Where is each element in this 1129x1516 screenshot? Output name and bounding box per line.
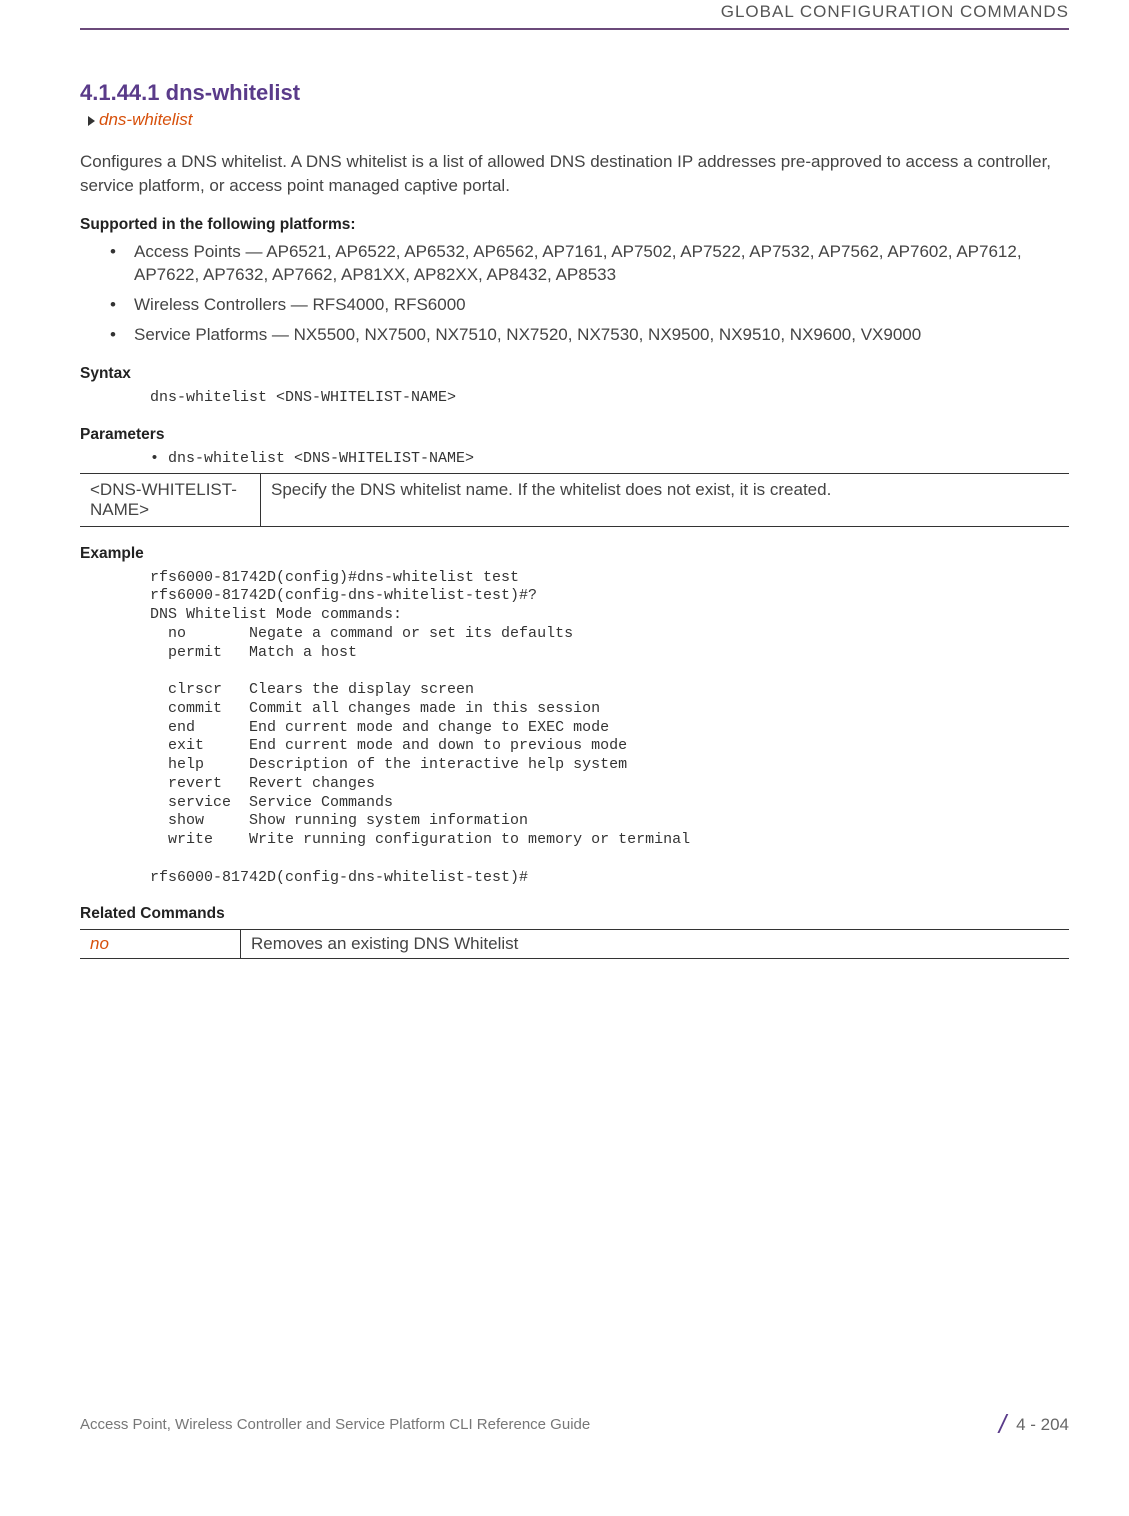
parameters-table: <DNS-WHITELIST-NAME> Specify the DNS whi…	[80, 473, 1069, 527]
related-desc-cell: Removes an existing DNS Whitelist	[241, 930, 1070, 959]
list-item: Service Platforms — NX5500, NX7500, NX75…	[110, 323, 1069, 347]
platforms-heading: Supported in the following platforms:	[80, 216, 1069, 234]
running-head: GLOBAL CONFIGURATION COMMANDS	[80, 0, 1069, 28]
slash-icon: /	[999, 1409, 1006, 1440]
param-name-cell: <DNS-WHITELIST-NAME>	[80, 473, 261, 526]
intro-paragraph: Configures a DNS whitelist. A DNS whitel…	[80, 150, 1069, 198]
syntax-code: dns-whitelist <DNS-WHITELIST-NAME>	[150, 389, 1069, 408]
footer-guide-title: Access Point, Wireless Controller and Se…	[80, 1416, 590, 1433]
page-footer: Access Point, Wireless Controller and Se…	[80, 1409, 1069, 1460]
parameters-heading: Parameters	[80, 426, 1069, 444]
page-number: 4 - 204	[1016, 1415, 1069, 1435]
table-row: no Removes an existing DNS Whitelist	[80, 930, 1069, 959]
table-row: <DNS-WHITELIST-NAME> Specify the DNS whi…	[80, 473, 1069, 526]
breadcrumb-text: dns-whitelist	[99, 110, 193, 129]
breadcrumb: dns-whitelist	[88, 110, 1069, 130]
example-heading: Example	[80, 545, 1069, 563]
platforms-list: Access Points — AP6521, AP6522, AP6532, …	[110, 240, 1069, 347]
related-commands-table: no Removes an existing DNS Whitelist	[80, 929, 1069, 959]
example-code: rfs6000-81742D(config)#dns-whitelist tes…	[150, 569, 1069, 888]
syntax-heading: Syntax	[80, 365, 1069, 383]
param-desc-cell: Specify the DNS whitelist name. If the w…	[261, 473, 1070, 526]
section-title: 4.1.44.1 dns-whitelist	[80, 80, 1069, 106]
related-heading: Related Commands	[80, 905, 1069, 923]
arrow-right-icon	[88, 116, 95, 126]
related-cmd-cell: no	[80, 930, 241, 959]
list-item: Wireless Controllers — RFS4000, RFS6000	[110, 293, 1069, 317]
header-rule	[80, 28, 1069, 30]
parameters-bullet: • dns-whitelist <DNS-WHITELIST-NAME>	[150, 450, 1069, 467]
list-item: Access Points — AP6521, AP6522, AP6532, …	[110, 240, 1069, 288]
